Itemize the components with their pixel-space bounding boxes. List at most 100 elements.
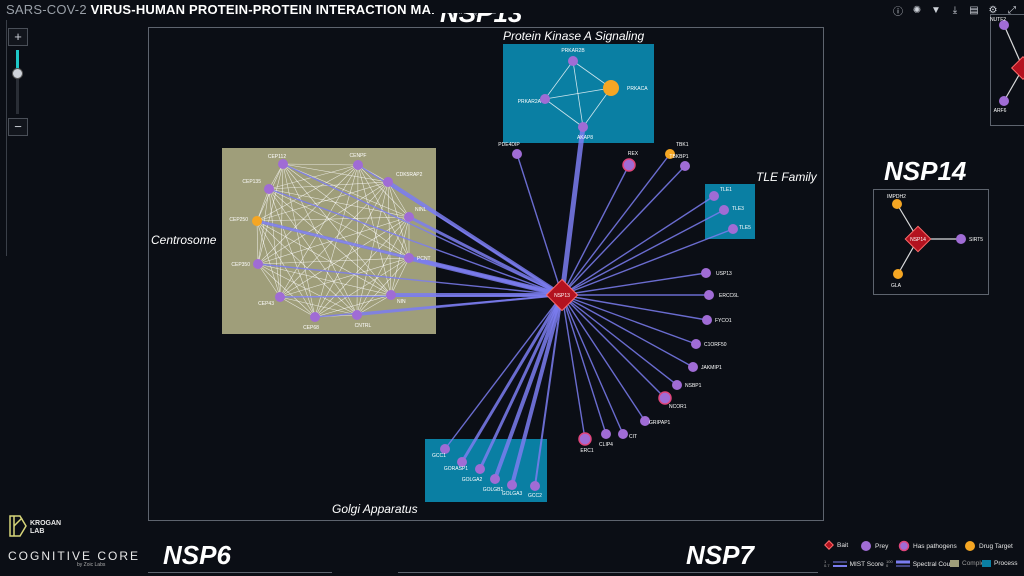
product-byline: by Zoic Labs (77, 562, 106, 568)
node-label: CEP135 (242, 179, 261, 185)
bait-edge (561, 294, 586, 440)
spectral-lines-icon (895, 560, 910, 567)
node-label: ERCC6L (719, 293, 739, 299)
spectral-range: 100 0 (886, 560, 893, 568)
node-circle (956, 234, 966, 244)
node-cit[interactable]: CIT (618, 429, 637, 440)
process-swatch (982, 560, 991, 567)
node-circle (999, 96, 1009, 106)
node-circle (264, 184, 274, 194)
node-label: NSBP1 (685, 383, 702, 389)
node-label: PRKACA (627, 86, 648, 92)
node-clip4[interactable]: CLIP4 (599, 429, 613, 448)
node-label: GOLGB1 (483, 487, 504, 493)
golgi-label: Golgi Apparatus (332, 502, 418, 516)
node-label: IMPDH2 (887, 194, 906, 200)
node-circle (275, 292, 285, 302)
node-arf6[interactable]: ARF6 (994, 96, 1009, 114)
mist-range: 1 0.7 (824, 560, 830, 568)
node-label: NCOR1 (669, 404, 687, 410)
network-graph[interactable]: NSP13 PRKAR2B PRKAR2A PRKACA AKAP8 CEP112 CEN… (0, 0, 1024, 576)
node-fyco1[interactable]: FYCO1 (702, 315, 732, 325)
node-jakmip1[interactable]: JAKMIP1 (688, 362, 722, 372)
nsp13-bait-label: NSP13 (554, 293, 570, 299)
node-circle (404, 212, 414, 222)
node-pde4dip[interactable]: PDE4DIP (498, 142, 522, 159)
node-c1orf50[interactable]: C1ORF50 (691, 339, 727, 349)
nsp14-bait-node[interactable]: NSP14 (904, 225, 932, 253)
node-circle (892, 199, 902, 209)
node-circle (672, 380, 682, 390)
node-circle (353, 160, 363, 170)
node-label: CEP112 (268, 154, 286, 160)
complex-swatch (950, 560, 959, 567)
node-circle (578, 122, 588, 132)
node-label: CNTRL (355, 323, 372, 329)
node-label: GOLGA3 (502, 491, 523, 497)
node-circle (252, 216, 262, 226)
node-tbkbp1[interactable]: TBKBP1 (669, 154, 690, 171)
node-label: CEP68 (303, 325, 319, 331)
node-erc1[interactable]: ERC1 (578, 432, 594, 454)
bait-edge (559, 126, 586, 296)
node-circle (386, 290, 396, 300)
node-usp13[interactable]: USP13 (701, 268, 732, 278)
node-label: GLA (891, 283, 902, 289)
centrosome-label: Centrosome (151, 233, 217, 247)
node-label: TBKBP1 (669, 154, 688, 160)
node-gla[interactable]: GLA (891, 269, 903, 289)
node-sirt5[interactable]: SIRT5 (956, 234, 983, 244)
node-circle (310, 312, 320, 322)
legend-bait: Bait (824, 540, 848, 550)
nsp14-bait-label: NSP14 (910, 237, 926, 243)
node-nutf2[interactable]: NUTF2 (990, 17, 1009, 30)
node-label: PRKAR2B (561, 48, 585, 54)
legend-mist-label: MIST Score (849, 560, 884, 568)
node-circle (680, 161, 690, 171)
node-label: C1ORF50 (704, 342, 727, 348)
mist-lines-icon (832, 561, 847, 567)
node-impdh2[interactable]: IMPDH2 (887, 194, 906, 209)
node-circle (568, 56, 578, 66)
product-name: COGNITIVE CORE (8, 549, 141, 563)
node-label: GOLGA2 (462, 477, 483, 483)
node-label: ARF6 (994, 108, 1007, 114)
node-nsbp1[interactable]: NSBP1 (672, 380, 702, 390)
node-label: GORASP1 (444, 466, 468, 472)
node-circle (893, 269, 903, 279)
bait-diamond-icon (824, 540, 834, 550)
node-label: CEP350 (231, 262, 250, 268)
node-label: REX (628, 151, 639, 157)
lab-name: KROGAN LAB (30, 520, 62, 535)
mist-range-min: 0.7 (824, 563, 830, 568)
legend-pathogens-label: Has pathogens (913, 542, 957, 550)
node-rex[interactable]: REX (622, 151, 639, 172)
legend-pathogens: Has pathogens (898, 540, 957, 552)
node-circle (719, 205, 729, 215)
node-label: TLE5 (739, 225, 751, 231)
node-label: USP13 (716, 271, 732, 277)
nsp7-title: NSP7 (686, 540, 754, 570)
node-label: AKAP8 (577, 135, 593, 141)
node-circle (578, 432, 592, 446)
node-label: CENPF (350, 153, 367, 159)
node-label: GCC1 (432, 453, 446, 459)
node-circle (688, 362, 698, 372)
node-gripap1[interactable]: GRIPAP1 (640, 416, 671, 426)
pka-label: Protein Kinase A Signaling (503, 29, 645, 43)
node-ncor1[interactable]: NCOR1 (658, 391, 687, 410)
node-label: TLE1 (720, 187, 732, 193)
node-circle (512, 149, 522, 159)
node-circle (352, 310, 362, 320)
node-circle (530, 481, 540, 491)
node-label: PRKAR2A (518, 99, 542, 105)
bait-edge (561, 294, 678, 386)
node-circle (383, 177, 393, 187)
node-label: FYCO1 (715, 318, 732, 324)
spectral-range-min: 0 (886, 563, 889, 568)
node-label: TLE3 (732, 206, 744, 212)
node-label: GCC2 (528, 493, 542, 499)
bait-edge (561, 165, 686, 296)
legend-process-label: Process (994, 560, 1018, 567)
node-ercc6l[interactable]: ERCC6L (704, 290, 739, 300)
